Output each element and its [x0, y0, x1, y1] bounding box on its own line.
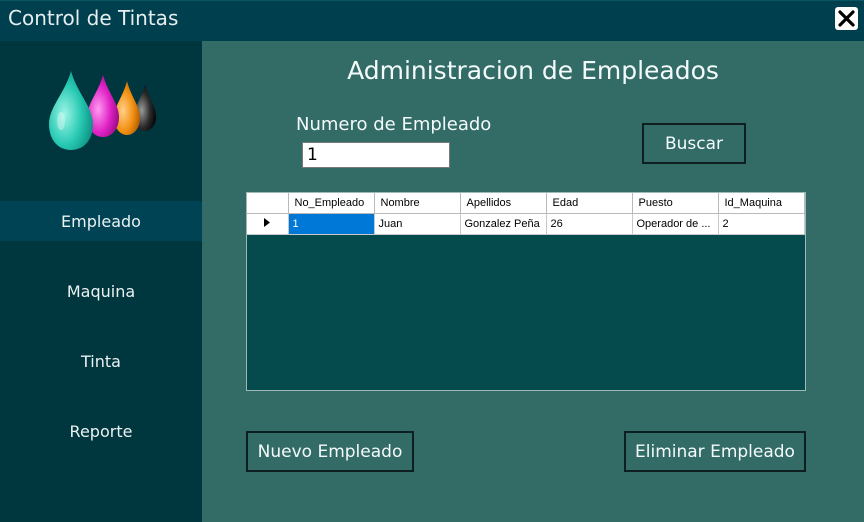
column-header-puesto[interactable]: Puesto — [632, 193, 719, 214]
employee-number-label: Numero de Empleado — [296, 114, 492, 135]
table-cell-apellidos[interactable]: Gonzalez Peña — [460, 213, 547, 235]
sidebar-item-reporte[interactable]: Reporte — [0, 411, 202, 451]
table-cell-puesto[interactable]: Operador de ... — [632, 213, 719, 235]
new-employee-button[interactable]: Nuevo Empleado — [246, 431, 414, 472]
header-row: No_Empleado Nombre Apellidos Edad Puesto… — [247, 193, 805, 214]
column-header-edad[interactable]: Edad — [546, 193, 633, 214]
employee-number-input[interactable] — [302, 142, 450, 168]
window-title: Control de Tintas — [8, 6, 179, 30]
close-icon — [838, 10, 855, 27]
close-button[interactable] — [835, 7, 858, 30]
title-bar: Control de Tintas — [0, 0, 864, 41]
sidebar-item-maquina[interactable]: Maquina — [0, 271, 202, 311]
sidebar-item-tinta[interactable]: Tinta — [0, 341, 202, 381]
page-title: Administracion de Empleados — [347, 56, 719, 85]
employees-grid[interactable]: No_Empleado Nombre Apellidos Edad Puesto… — [246, 192, 806, 391]
sidebar-item-empleado[interactable]: Empleado — [0, 201, 202, 241]
table-cell-nombre[interactable]: Juan — [374, 213, 461, 235]
table-cell-id-maquina[interactable]: 2 — [718, 213, 805, 235]
teal-drop — [49, 71, 93, 150]
row-header-corner — [247, 193, 289, 214]
ink-drops-logo — [49, 71, 156, 150]
column-header-apellidos[interactable]: Apellidos — [460, 193, 547, 214]
table-row[interactable]: 1 Juan Gonzalez Peña 26 Operador de ... … — [247, 213, 805, 235]
main-panel: Administracion de Empleados Numero de Em… — [202, 41, 864, 522]
sidebar: Empleado Maquina Tinta Reporte — [0, 41, 202, 522]
delete-employee-button[interactable]: Eliminar Empleado — [624, 431, 806, 472]
column-header-no-empleado[interactable]: No_Empleado — [288, 193, 375, 214]
employees-table: No_Empleado Nombre Apellidos Edad Puesto… — [247, 193, 805, 235]
table-cell-no-empleado[interactable]: 1 — [288, 213, 375, 235]
table-cell-edad[interactable]: 26 — [546, 213, 633, 235]
column-header-nombre[interactable]: Nombre — [374, 193, 461, 214]
search-button[interactable]: Buscar — [642, 123, 746, 164]
row-header[interactable] — [247, 213, 289, 235]
row-pointer-icon — [264, 218, 271, 227]
orange-drop — [114, 81, 140, 135]
column-header-id-maquina[interactable]: Id_Maquina — [718, 193, 805, 214]
